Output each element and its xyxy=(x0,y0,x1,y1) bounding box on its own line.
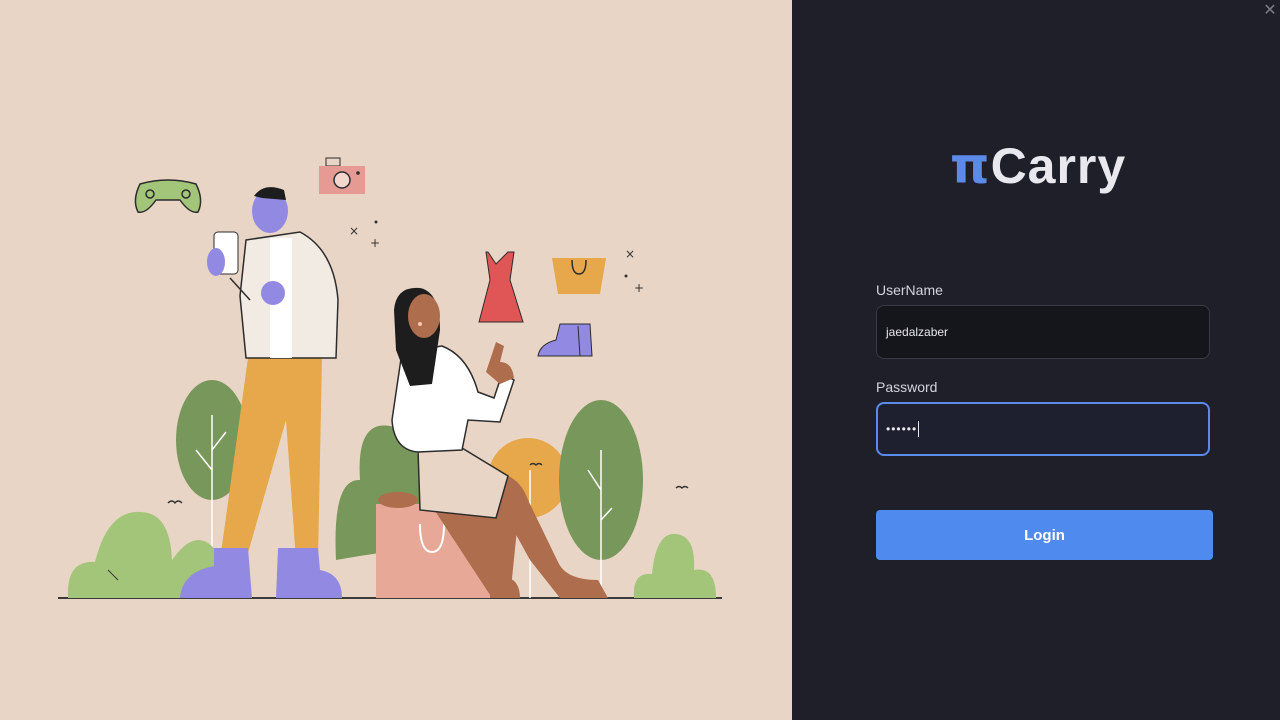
svg-text:×: × xyxy=(625,247,635,261)
camera-icon xyxy=(319,157,365,194)
man-shoe-right xyxy=(276,548,342,598)
password-field[interactable]: •••••• xyxy=(876,402,1210,456)
svg-text:×: × xyxy=(349,224,359,238)
password-label: Password xyxy=(876,379,938,395)
logo-wordmark: Carry xyxy=(990,138,1127,194)
shopping-illustration: × + × + xyxy=(58,157,722,599)
login-panel: ✕ πCarry UserName jaedalzaber Password •… xyxy=(792,0,1280,720)
text-caret xyxy=(918,421,920,437)
close-icon[interactable]: ✕ xyxy=(1262,2,1278,18)
app-logo: πCarry xyxy=(950,138,1126,194)
logo-pi-symbol: π xyxy=(950,137,991,195)
illustration-panel: × + × + xyxy=(0,0,792,720)
username-value: jaedalzaber xyxy=(886,325,949,339)
man-legs xyxy=(220,358,322,560)
bush-right xyxy=(633,533,716,598)
woman-head xyxy=(408,294,440,338)
password-value: •••••• xyxy=(886,422,918,436)
username-field[interactable]: jaedalzaber xyxy=(876,305,1210,359)
username-label: UserName xyxy=(876,282,943,298)
dress-icon xyxy=(478,251,524,323)
shopping-bag-icon xyxy=(552,258,606,294)
shoe-icon xyxy=(537,323,593,357)
svg-text:+: + xyxy=(634,281,644,295)
game-controller-icon xyxy=(134,179,202,213)
login-button[interactable]: Login xyxy=(876,510,1213,560)
svg-text:+: + xyxy=(370,236,380,250)
